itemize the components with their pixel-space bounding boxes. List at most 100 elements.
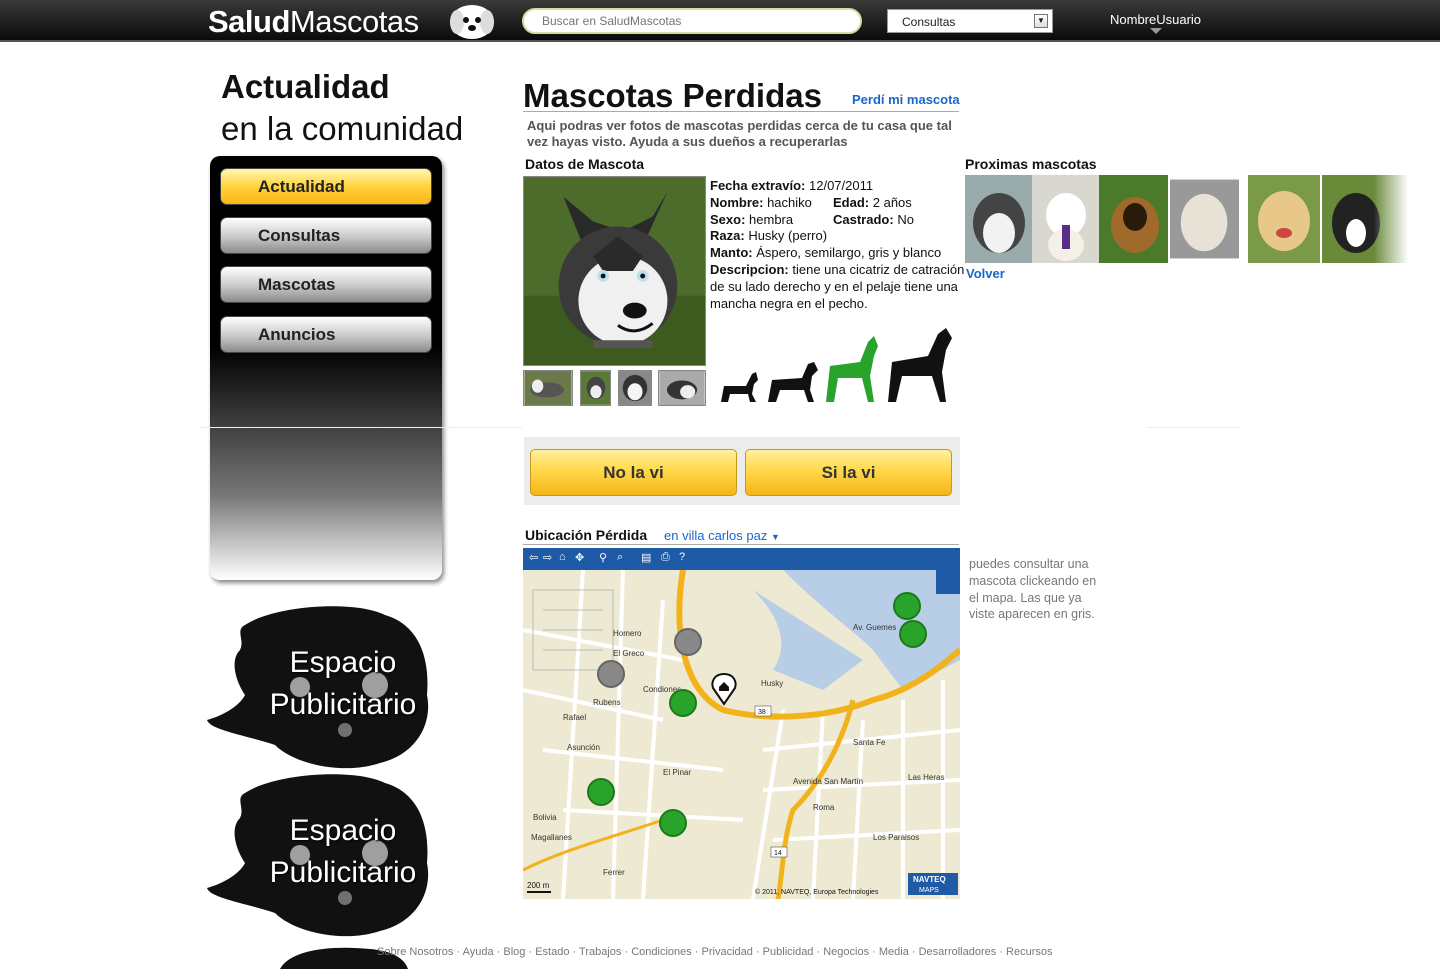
footer-link[interactable]: Sobre Nosotros [377,946,453,958]
search-input[interactable] [522,8,862,34]
map-street-label: El Pinar [663,768,691,777]
map-street-label: Las Heras [908,773,944,782]
small-dog-silhouette-icon[interactable] [716,368,761,404]
footer-link[interactable]: Trabajos [579,946,621,958]
map-street-label: Rafael [563,713,586,722]
back-link[interactable]: Volver [966,266,1005,281]
map-marker-gray[interactable] [597,660,625,688]
footer: Sobre Nosotros · Ayuda · Blog · Estado ·… [377,946,1053,958]
map-search-icon[interactable]: ⌕ [617,551,623,564]
sidebar-heading: Actualidad en la comunidad [221,66,463,150]
not-seen-button[interactable]: No la vi [530,449,737,496]
map-street-label: Husky [761,679,783,688]
next-pet-thumb-5[interactable] [1248,175,1320,263]
xlarge-dog-silhouette-icon[interactable] [882,328,956,404]
lost-location-map[interactable]: ⇦ ⇨ ⌂ ✥ ⚲ ⌕ ▤ ⎙ ? Asunción Homero El Gre… [523,548,960,899]
map-canvas[interactable]: Asunción Homero El Greco Rubens Rafael C… [523,570,960,899]
map-forward-icon[interactable]: ⇨ [543,551,552,564]
map-help-icon[interactable]: ? [679,551,685,563]
large-dog-silhouette-icon[interactable] [820,336,882,404]
map-marker-green[interactable] [587,778,615,806]
site-logo[interactable]: SaludMascotas [208,4,419,39]
pet-thumb-4[interactable] [658,370,706,406]
chevron-down-icon: ▼ [1034,14,1048,28]
coat-label: Manto: [710,245,753,261]
map-brand-text: MAPS [919,887,939,894]
next-pet-thumb-1[interactable] [965,175,1034,263]
footer-link[interactable]: Publicidad [763,946,814,958]
footer-link[interactable]: Condiciones [631,946,692,958]
user-menu[interactable]: NombreUsuario [1110,12,1201,27]
map-marker-green[interactable] [893,592,921,620]
pet-main-photo[interactable] [523,176,706,366]
footer-separator: · [691,946,702,958]
divider [1147,427,1240,428]
next-pet-thumb-2[interactable] [1032,175,1101,263]
date-label: Fecha extravío: [710,178,806,193]
map-zoom-icon[interactable]: ⚲ [599,551,607,564]
lost-pet-link[interactable]: Perdí mi mascota [852,92,960,107]
map-marker-gray[interactable] [674,628,702,656]
sidebar-item-anuncios[interactable]: Anuncios [220,316,432,353]
map-marker-green[interactable] [899,620,927,648]
name-value: hachiko [767,194,812,210]
category-select[interactable]: Consultas ▼ [887,9,1053,33]
map-back-icon[interactable]: ⇦ [529,551,538,564]
ad-text-2: Espacio Publicitario [253,810,433,894]
chevron-down-icon[interactable] [1150,28,1162,34]
sidebar-menu: Actualidad Consultas Mascotas Anuncios [210,156,442,580]
map-copyright: © 2011, NAVTEQ, Europa Technologies [755,888,879,896]
footer-link[interactable]: Recursos [1006,946,1052,958]
footer-link[interactable]: Negocios [823,946,869,958]
footer-link[interactable]: Blog [503,946,525,958]
footer-separator: · [493,946,504,958]
map-street-label: El Greco [613,649,645,658]
logo-regular-text: Mascotas [289,4,419,39]
footer-link[interactable]: Estado [535,946,569,958]
map-route-label: 14 [774,850,782,857]
map-note: puedes consultar una mascota clickeando … [969,557,1097,622]
sidebar-item-actualidad[interactable]: Actualidad [220,168,432,205]
name-label: Nombre: [710,194,764,210]
pet-details: Fecha extravío: 12/07/2011 Nombre: hachi… [710,178,965,312]
footer-separator: · [752,946,763,958]
next-pet-thumb-3[interactable] [1099,175,1168,263]
ad-text-1: Espacio Publicitario [253,642,433,726]
footer-link[interactable]: Ayuda [463,946,494,958]
pet-thumb-3[interactable] [618,370,652,406]
map-marker-green[interactable] [669,689,697,717]
medium-dog-silhouette-icon[interactable] [764,360,821,404]
map-pan-icon[interactable]: ✥ [575,551,584,564]
sex-value: hembra [749,211,794,227]
map-marker-green[interactable] [659,809,687,837]
breed-value: Husky (perro) [748,228,828,244]
seen-button[interactable]: Si la vi [745,449,952,496]
footer-link[interactable]: Media [879,946,909,958]
map-street-label: Av. Guemes [853,623,896,632]
category-select-value: Consultas [902,15,956,29]
sidebar-item-consultas[interactable]: Consultas [220,217,432,254]
map-street-label: Ferrer [603,868,625,877]
neutered-value: No [897,211,914,227]
top-bar: SaludMascotas Consultas ▼ NombreUsuario [0,0,1440,42]
map-street-label: Rubens [593,698,621,707]
map-street-label: Avenida San Martín [793,777,863,786]
next-pet-thumb-6[interactable] [1322,175,1408,263]
next-pet-thumb-4[interactable] [1170,175,1239,263]
pet-thumb-2[interactable] [580,370,611,406]
footer-link[interactable]: Privacidad [702,946,753,958]
map-print-icon[interactable]: ⎙ [661,551,670,564]
sidebar-item-mascotas[interactable]: Mascotas [220,266,432,303]
next-pets-title: Proximas mascotas [965,156,1097,172]
footer-separator: · [813,946,824,958]
map-layers-icon[interactable]: ▤ [641,551,651,564]
footer-separator: · [996,946,1007,958]
chevron-down-icon: ▼ [770,532,780,542]
breed-label: Raza: [710,228,745,244]
ad-line1: Espacio [289,646,397,679]
location-dropdown[interactable]: en villa carlos paz ▼ [664,528,780,543]
footer-link[interactable]: Desarrolladores [919,946,997,958]
pet-thumb-1[interactable] [523,370,573,406]
map-home-icon[interactable]: ⌂ [559,551,566,563]
ad-line2: Publicitario [269,688,417,721]
